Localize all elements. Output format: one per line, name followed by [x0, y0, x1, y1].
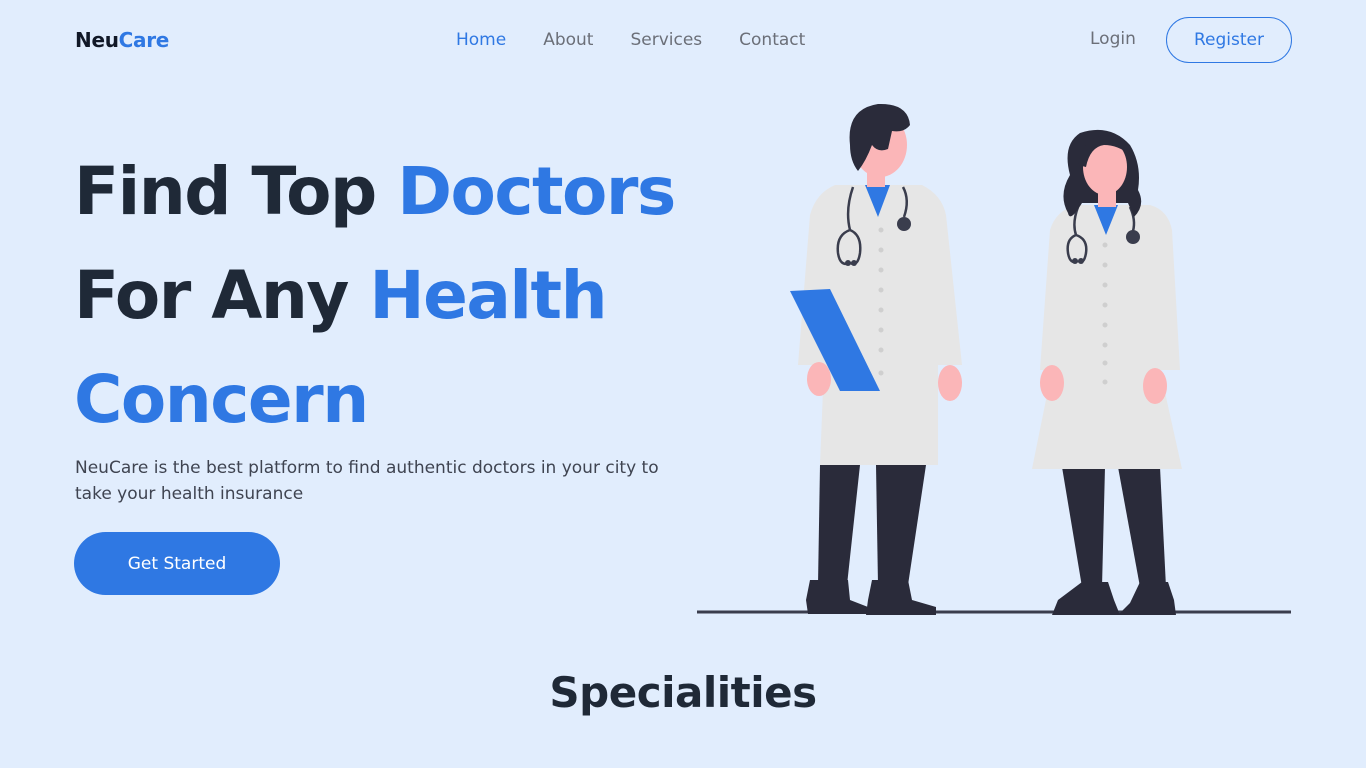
nav-item-about[interactable]: About — [543, 30, 593, 50]
hero-description: NeuCare is the best platform to find aut… — [75, 458, 659, 504]
specialities-heading: Specialities — [549, 668, 817, 717]
main-nav: Home About Services Contact — [456, 30, 805, 50]
hero-highlight-doctors: Doctors — [397, 153, 676, 230]
doctors-illustration — [697, 103, 1291, 615]
female-doctor-figure — [1032, 129, 1182, 615]
hero-title-line2: For Any Health — [74, 257, 608, 334]
male-doctor-figure — [790, 103, 962, 615]
landing-page: NeuCare Home About Services Contact Logi… — [0, 0, 1366, 768]
brand-logo[interactable]: NeuCare — [75, 28, 169, 52]
nav-item-home[interactable]: Home — [456, 30, 506, 50]
brand-logo-part1: Neu — [75, 28, 119, 52]
hero-title-line1: Find Top Doctors — [74, 153, 676, 230]
nav-item-services[interactable]: Services — [630, 30, 702, 50]
get-started-button[interactable]: Get Started — [74, 532, 280, 595]
hero-title: Find Top Doctors For Any Health Concern — [74, 140, 676, 452]
hero-highlight-health: Health — [369, 257, 607, 334]
register-button[interactable]: Register — [1166, 17, 1292, 63]
nav-item-contact[interactable]: Contact — [739, 30, 805, 50]
brand-logo-part2: Care — [118, 28, 170, 52]
hero-highlight-concern: Concern — [74, 361, 369, 438]
login-link[interactable]: Login — [1090, 29, 1136, 49]
